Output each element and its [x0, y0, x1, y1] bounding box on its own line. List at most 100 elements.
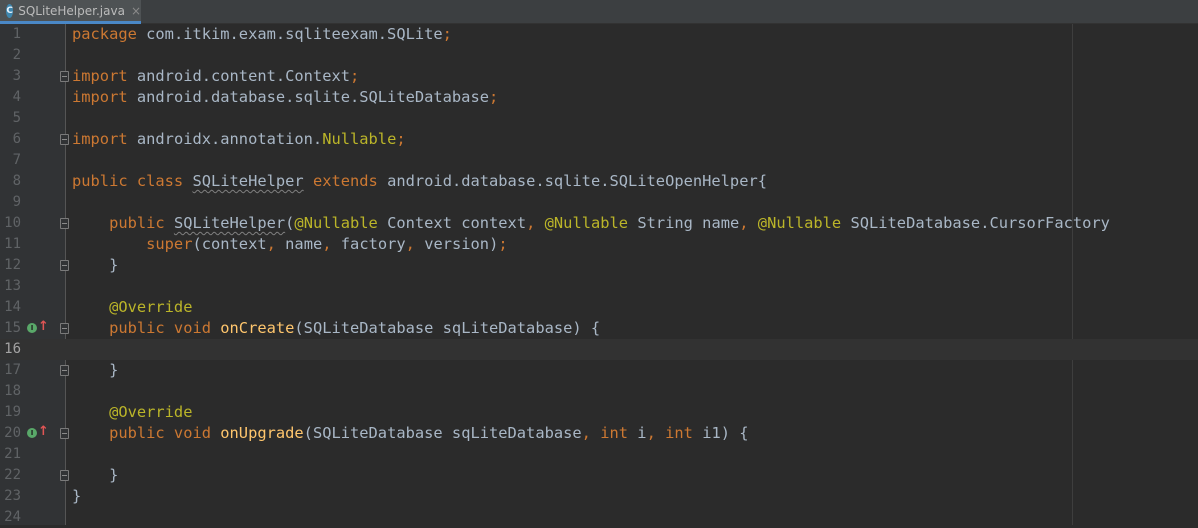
code-line[interactable]: 12 } — [0, 255, 1198, 276]
code-line[interactable]: 3 import android.content.Context; — [0, 66, 1198, 87]
code-token: @Nullable — [757, 214, 851, 232]
code-text: import androidx.annotation.Nullable; — [72, 129, 406, 150]
code-token: , — [405, 235, 425, 253]
code-line[interactable]: 7 — [0, 150, 1198, 171]
code-line[interactable]: 22 } — [0, 465, 1198, 486]
fold-marker-icon[interactable] — [60, 323, 69, 334]
code-text: import android.database.sqlite.SQLiteDat… — [72, 87, 498, 108]
editor-tab-bar: C SQLiteHelper.java × — [0, 0, 1198, 24]
line-number: 21 — [4, 446, 21, 462]
tab-label: SQLiteHelper.java — [18, 3, 125, 18]
code-token: public void — [72, 424, 221, 442]
line-number: 14 — [4, 299, 21, 315]
fold-marker-icon[interactable] — [60, 365, 69, 376]
code-token: public void — [72, 319, 221, 337]
code-token: , — [646, 424, 666, 442]
fold-marker-icon[interactable] — [60, 470, 69, 481]
code-token: (SQLiteDatabase sqLiteDatabase — [303, 424, 582, 442]
code-text: super(context, name, factory, version); — [72, 234, 508, 255]
code-token: public — [72, 214, 174, 232]
line-number: 15 — [4, 320, 21, 336]
code-line[interactable]: 14 @Override — [0, 297, 1198, 318]
line-number: 1 — [12, 26, 21, 42]
code-token: import — [72, 130, 137, 148]
code-text: @Override — [72, 297, 192, 318]
code-token: , — [322, 235, 341, 253]
line-number: 10 — [4, 215, 21, 231]
code-token: name — [285, 235, 323, 253]
code-line[interactable]: 20 I ↑ public void onUpgrade(SQLiteDatabas… — [0, 423, 1198, 444]
line-number: 8 — [12, 173, 21, 189]
code-line[interactable]: 15 I ↑ public void onCreate(SQLiteDatabase… — [0, 318, 1198, 339]
fold-marker-icon[interactable] — [60, 134, 69, 145]
line-number: 17 — [4, 362, 21, 378]
code-token: SQLiteHelper — [173, 214, 286, 232]
code-token: , — [526, 214, 545, 232]
code-text: } — [72, 360, 118, 381]
line-number: 9 — [12, 194, 21, 210]
code-line[interactable]: 11 super(context, name, factory, version… — [0, 234, 1198, 255]
code-token: androidx.annotation. — [136, 130, 323, 148]
close-icon[interactable]: × — [131, 4, 141, 18]
code-line[interactable]: 21 — [0, 444, 1198, 465]
code-line[interactable]: 8 public class SQLiteHelper extends andro… — [0, 171, 1198, 192]
line-number: 3 — [12, 68, 21, 84]
override-arrow-icon[interactable]: ↑ — [38, 424, 49, 440]
code-line[interactable]: 13 — [0, 276, 1198, 297]
code-token: @Nullable — [294, 214, 388, 232]
code-token: ; — [488, 88, 499, 106]
code-token: public class — [72, 172, 193, 190]
code-line[interactable]: 2 — [0, 45, 1198, 66]
code-line[interactable]: 6 import androidx.annotation.Nullable; — [0, 129, 1198, 150]
line-number: 19 — [4, 404, 21, 420]
override-arrow-icon[interactable]: ↑ — [38, 319, 49, 335]
fold-marker-icon[interactable] — [60, 71, 69, 82]
code-line[interactable]: 23} — [0, 486, 1198, 507]
fold-marker-icon[interactable] — [60, 428, 69, 439]
code-line[interactable]: 17 } — [0, 360, 1198, 381]
code-token: ; — [442, 25, 452, 43]
code-text: } — [72, 486, 81, 507]
code-line[interactable]: 1 package com.itkim.exam.sqliteexam.SQLit… — [0, 24, 1198, 45]
code-text: package com.itkim.exam.sqliteexam.SQLite… — [72, 24, 452, 45]
implements-method-icon[interactable]: I — [27, 323, 37, 333]
code-token: com.itkim.exam.sqliteexam.SQLite — [146, 25, 443, 43]
code-token: super — [72, 235, 193, 253]
line-number: 5 — [12, 110, 21, 126]
code-token: (SQLiteDatabase sqLiteDatabase) { — [294, 319, 601, 337]
code-token: factory — [340, 235, 406, 253]
line-number: 13 — [4, 278, 21, 294]
code-text: public class SQLiteHelper extends androi… — [72, 171, 767, 192]
code-line[interactable]: 4 import android.database.sqlite.SQLiteDa… — [0, 87, 1198, 108]
code-token: @Nullable — [544, 214, 638, 232]
code-token: } — [72, 487, 82, 505]
code-line[interactable]: 5 — [0, 108, 1198, 129]
code-line[interactable]: 16 — [0, 339, 1198, 360]
code-token: SQLiteDatabase.CursorFactory — [850, 214, 1110, 232]
code-token: } — [72, 466, 119, 484]
code-text: public SQLiteHelper(@Nullable Context co… — [72, 213, 1110, 234]
code-text: public void onCreate(SQLiteDatabase sqLi… — [72, 318, 600, 339]
line-number: 16 — [4, 341, 21, 357]
code-token: i — [637, 424, 647, 442]
tab-sqlitehelper-java[interactable]: C SQLiteHelper.java × — [0, 0, 141, 24]
code-line[interactable]: 19 @Override — [0, 402, 1198, 423]
fold-marker-icon[interactable] — [60, 218, 69, 229]
code-token: @Override — [72, 403, 193, 421]
code-editor[interactable]: 1 package com.itkim.exam.sqliteexam.SQLit… — [0, 24, 1198, 525]
code-token: android.database.sqlite.SQLiteDatabase — [136, 88, 489, 106]
line-number: 4 — [12, 89, 21, 105]
code-line[interactable]: 10 public SQLiteHelper(@Nullable Context… — [0, 213, 1198, 234]
fold-marker-icon[interactable] — [60, 260, 69, 271]
code-token: import — [72, 67, 137, 85]
line-number: 18 — [4, 383, 21, 399]
code-token: } — [72, 256, 119, 274]
implements-method-icon[interactable]: I — [27, 428, 37, 438]
code-line[interactable]: 9 — [0, 192, 1198, 213]
code-text: @Override — [72, 402, 192, 423]
code-token: ; — [396, 130, 406, 148]
code-token: Nullable — [322, 130, 397, 148]
code-text: } — [72, 465, 118, 486]
code-line[interactable]: 18 — [0, 381, 1198, 402]
code-token: , — [266, 235, 286, 253]
